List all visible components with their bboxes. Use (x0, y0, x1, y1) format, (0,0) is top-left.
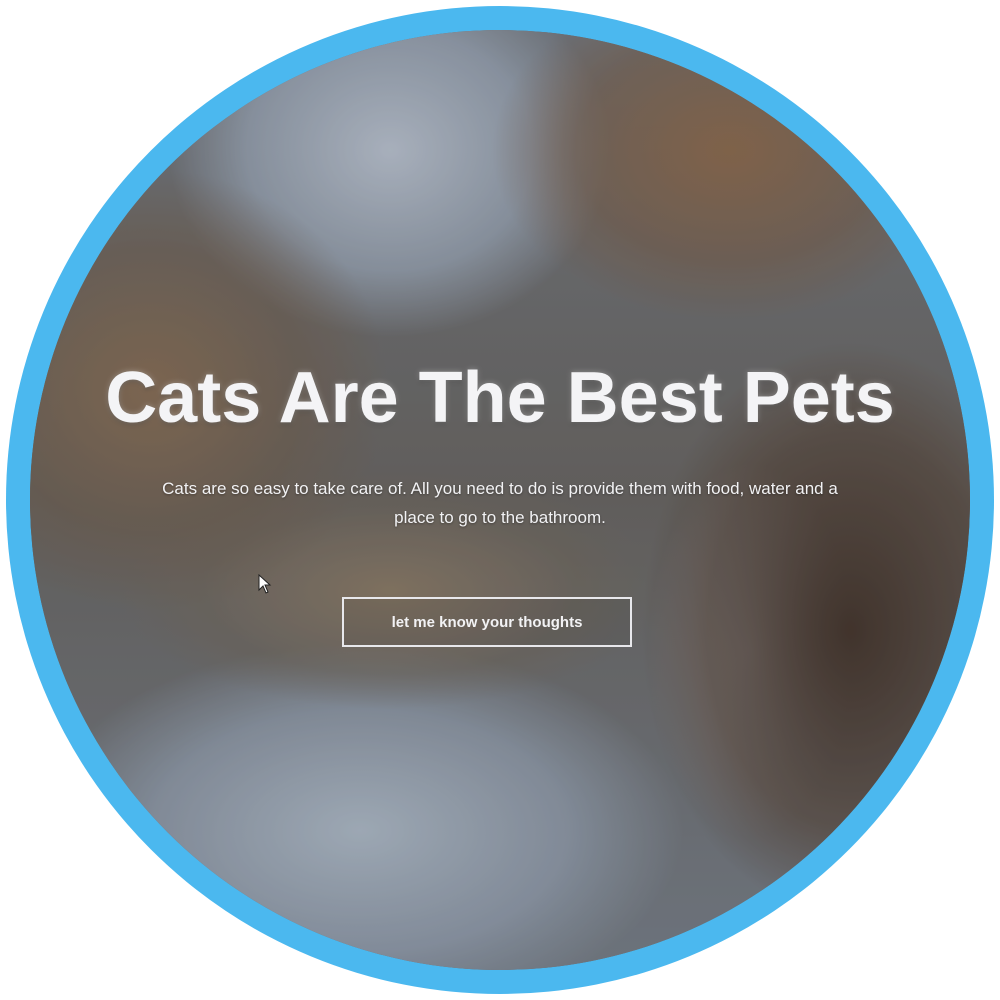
feedback-button-label: let me know your thoughts (391, 613, 583, 631)
feedback-button[interactable]: let me know your thoughts (342, 597, 632, 647)
hero-title: Cats Are The Best Pets (105, 358, 895, 438)
hero-section: Cats Are The Best Pets Cats are so easy … (30, 30, 970, 970)
screenshot-stage: Cats Are The Best Pets Cats are so easy … (0, 0, 1000, 1000)
hero-content: Cats Are The Best Pets Cats are so easy … (30, 30, 970, 970)
hero-subtitle: Cats are so easy to take care of. All yo… (162, 479, 838, 527)
mouse-pointer-icon (258, 574, 272, 594)
